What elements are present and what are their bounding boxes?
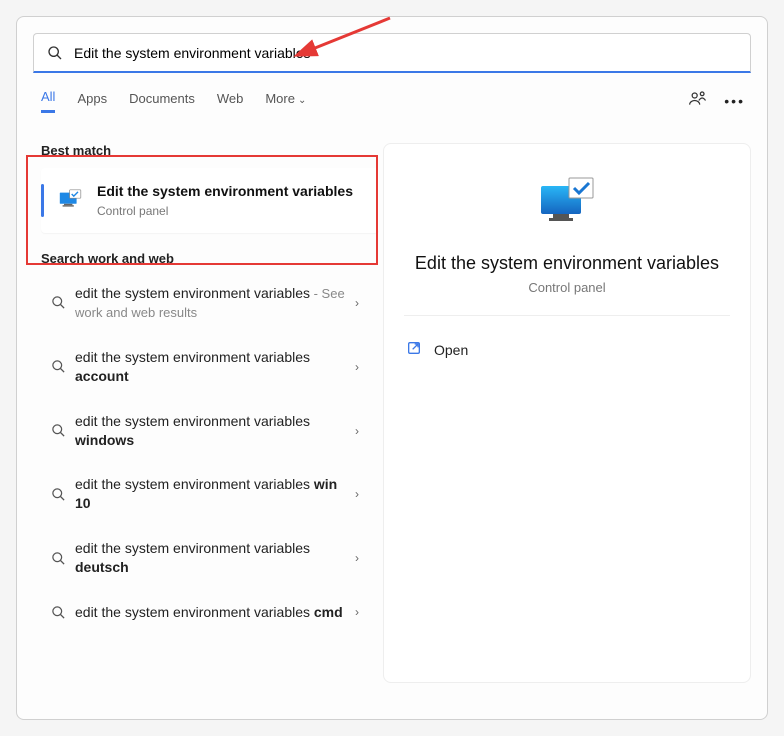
open-label: Open [434,342,468,358]
search-icon [41,487,75,502]
preview-title: Edit the system environment variables [415,253,719,274]
best-match-result[interactable]: Edit the system environment variables Co… [41,168,379,233]
open-action[interactable]: Open [404,334,730,365]
chevron-right-icon: › [355,605,359,619]
web-suggestion[interactable]: edit the system environment variables de… [41,531,379,585]
web-suggestion[interactable]: edit the system environment variables cm… [41,595,379,630]
tab-more[interactable]: More⌄ [265,91,306,112]
preview-subtitle: Control panel [528,280,605,295]
annotation-arrow [280,8,400,68]
search-icon [41,295,75,310]
preview-pane: Edit the system environment variables Co… [383,143,751,683]
best-match-title: Edit the system environment variables [97,182,353,201]
chevron-right-icon: › [355,487,359,501]
chevron-right-icon: › [355,424,359,438]
control-panel-system-icon [57,187,85,215]
web-suggestion[interactable]: edit the system environment variables wi… [41,404,379,458]
filter-tabs: All Apps Documents Web More⌄ [41,89,306,113]
web-suggestion[interactable]: edit the system environment variables ac… [41,340,379,394]
more-options-icon[interactable]: ••• [724,94,745,108]
search-icon [46,44,64,62]
search-work-web-header: Search work and web [41,251,379,266]
tab-all[interactable]: All [41,89,55,113]
suggestion-text: edit the system environment variables de… [75,539,355,577]
open-external-icon [406,340,422,359]
search-icon [41,359,75,374]
best-match-subtitle: Control panel [97,203,353,219]
suggestion-text: edit the system environment variables cm… [75,603,355,622]
best-match-header: Best match [41,143,379,158]
suggestion-text: edit the system environment variables wi… [75,412,355,450]
web-suggestion[interactable]: edit the system environment variables wi… [41,467,379,521]
tab-apps[interactable]: Apps [77,91,107,112]
divider [404,315,730,316]
control-panel-system-icon-large [535,174,599,237]
chevron-down-icon: ⌄ [298,95,306,106]
chevron-right-icon: › [355,296,359,310]
search-icon [41,551,75,566]
suggestion-text: edit the system environment variables wi… [75,475,355,513]
web-suggestion[interactable]: edit the system environment variables - … [41,276,379,330]
suggestion-text: edit the system environment variables - … [75,284,355,322]
chevron-right-icon: › [355,551,359,565]
tab-more-label: More [265,91,295,106]
chevron-right-icon: › [355,360,359,374]
accounts-icon[interactable] [688,89,708,112]
search-icon [41,423,75,438]
search-window: All Apps Documents Web More⌄ ••• Best ma… [16,16,768,720]
suggestion-text: edit the system environment variables ac… [75,348,355,386]
tab-documents[interactable]: Documents [129,91,195,112]
search-icon [41,605,75,620]
search-input[interactable] [74,45,738,61]
tab-web[interactable]: Web [217,91,244,112]
